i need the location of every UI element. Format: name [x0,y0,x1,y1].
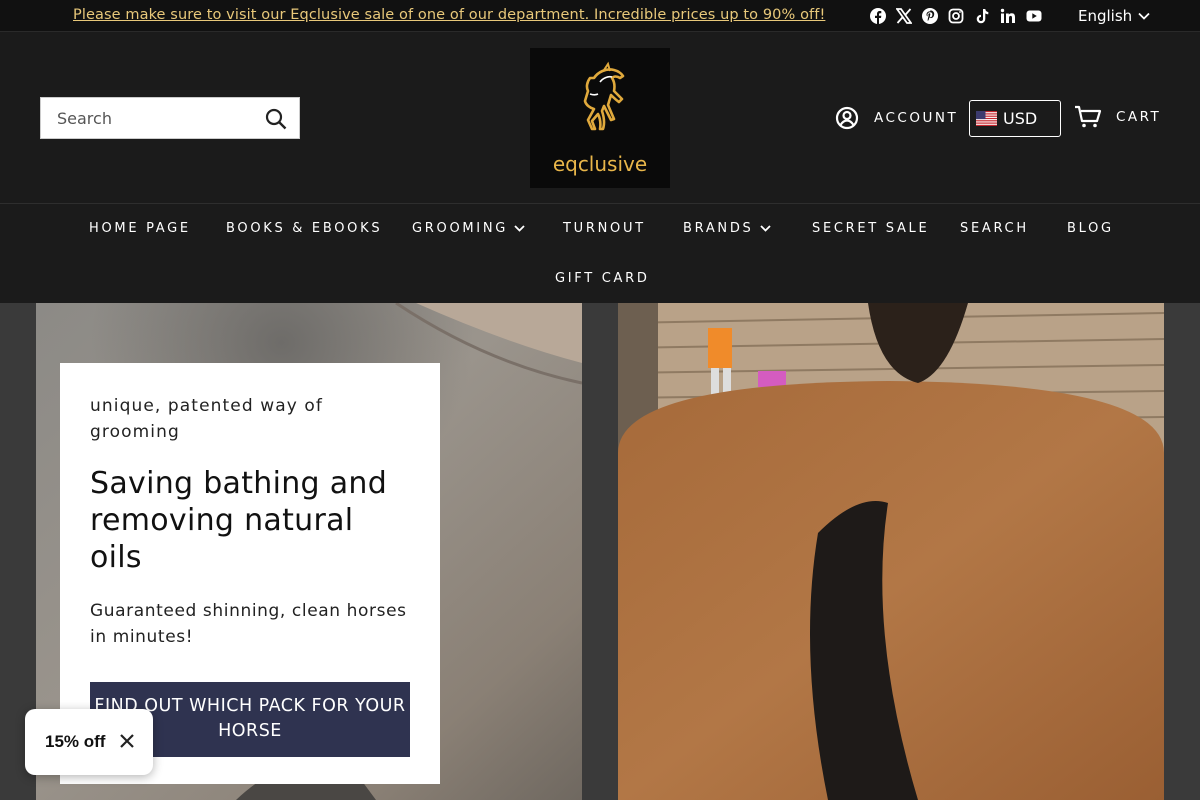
cart-link[interactable]: CART [1074,105,1161,129]
nav-label: SEARCH [960,221,1029,236]
site-logo[interactable]: eqclusive [530,48,670,188]
nav-label: BOOKS & EBOOKS [226,221,383,236]
x-icon[interactable] [896,8,912,24]
nav-item-search[interactable]: SEARCH [960,221,1029,236]
close-icon[interactable] [119,733,135,749]
hero-banner: unique, patented way of grooming Saving … [0,303,1200,800]
pinterest-icon[interactable] [922,8,938,24]
linkedin-icon[interactable] [1000,8,1016,24]
social-links [870,8,1042,24]
currency-selector[interactable]: USD [969,100,1061,137]
site-header: eqclusive ACCOUNT USD CART [0,32,1200,203]
horse-logo-icon [583,61,625,131]
account-link[interactable]: ACCOUNT [834,105,958,131]
cart-icon [1075,105,1102,128]
nav-label: TURNOUT [563,221,646,236]
chevron-down-icon [759,225,771,232]
user-icon [835,106,859,130]
currency-label: USD [1003,109,1038,128]
nav-label: BRANDS [683,221,754,236]
announcement-bar: Please make sure to visit our Eqclusive … [0,0,1200,32]
nav-item-turnout[interactable]: TURNOUT [563,221,646,236]
nav-item-secret-sale[interactable]: SECRET SALE [812,221,929,236]
search-input[interactable] [41,98,251,138]
announcement-link[interactable]: Please make sure to visit our Eqclusive … [73,7,825,23]
youtube-icon[interactable] [1026,8,1042,24]
main-navigation: HOME PAGE BOOKS & EBOOKS GROOMING TURNOU… [0,203,1200,303]
discount-popup[interactable]: 15% off [25,709,153,775]
search-form [40,97,300,139]
logo-text: eqclusive [552,152,648,176]
discount-label: 15% off [45,732,106,751]
us-flag-icon [976,111,997,126]
nav-label: BLOG [1067,221,1114,236]
nav-item-home-page[interactable]: HOME PAGE [89,221,191,236]
chevron-down-icon [514,225,525,232]
search-icon[interactable] [265,108,287,130]
nav-label: GIFT CARD [555,271,650,286]
nav-label: GROOMING [412,221,509,236]
language-label: English [1078,7,1133,25]
nav-item-brands[interactable]: BRANDS [683,221,771,236]
nav-item-books-ebooks[interactable]: BOOKS & EBOOKS [226,221,382,236]
nav-item-gift-card[interactable]: GIFT CARD [555,271,650,286]
nav-label: HOME PAGE [89,221,191,236]
nav-label: SECRET SALE [812,221,930,236]
cart-label: CART [1116,109,1162,125]
hero-eyebrow: unique, patented way of grooming [90,396,324,442]
nav-item-blog[interactable]: BLOG [1067,221,1114,236]
chevron-down-icon [1138,12,1150,20]
language-selector[interactable]: English [1078,7,1150,25]
account-label: ACCOUNT [874,110,959,126]
hero-title: Saving bathing and removing natural oils [90,466,388,575]
horse-coat-image-right [618,303,1164,800]
hero-subtitle: Guaranteed shinning, clean horses in min… [90,601,407,647]
instagram-icon[interactable] [948,8,964,24]
facebook-icon[interactable] [870,8,886,24]
nav-item-grooming[interactable]: GROOMING [412,221,525,236]
tiktok-icon[interactable] [974,8,990,24]
